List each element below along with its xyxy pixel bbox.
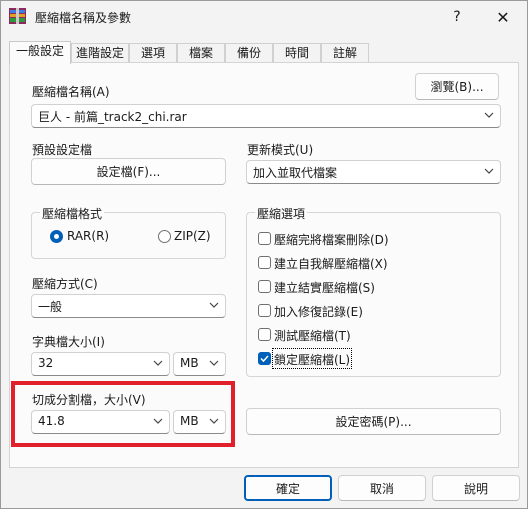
archive-name-value: 巨人 - 前篇_track2_chi.rar xyxy=(38,110,187,124)
update-mode-label: 更新模式(U) xyxy=(247,143,314,157)
dict-unit-combo[interactable]: MB xyxy=(173,352,226,376)
tab-files[interactable]: 檔案 xyxy=(177,43,225,63)
red-highlight-box xyxy=(11,381,235,447)
delete-after-label[interactable]: 壓縮完將檔案刪除(D) xyxy=(274,231,389,248)
winrar-app-icon xyxy=(9,8,26,24)
dict-size-label: 字典檔大小(I) xyxy=(32,335,105,349)
zip-radio[interactable] xyxy=(158,230,171,243)
update-mode-value: 加入並取代檔案 xyxy=(253,166,338,180)
dict-size-value: 32 xyxy=(38,356,54,370)
archive-name-combo[interactable]: 巨人 - 前篇_track2_chi.rar xyxy=(31,104,501,128)
tab-time[interactable]: 時間 xyxy=(273,43,321,63)
chevron-down-icon xyxy=(209,302,219,308)
dialog-window: 壓縮檔名稱及參數 ? ✕ 一般設定 進階設定 選項 檔案 備份 時間 註解 壓縮… xyxy=(0,0,528,509)
chevron-down-icon xyxy=(484,112,494,118)
chevron-down-icon xyxy=(209,360,219,366)
delete-after-checkbox[interactable] xyxy=(258,232,271,245)
help-button[interactable]: 說明 xyxy=(432,475,520,501)
archive-name-label: 壓縮檔名稱(A) xyxy=(32,85,110,99)
tab-options[interactable]: 選項 xyxy=(129,43,177,63)
recovery-checkbox[interactable] xyxy=(258,304,271,317)
tab-strip: 一般設定 進階設定 選項 檔案 備份 時間 註解 xyxy=(9,41,519,64)
browse-button[interactable]: 瀏覽(B)... xyxy=(415,73,499,100)
cancel-button[interactable]: 取消 xyxy=(338,475,426,501)
profile-button[interactable]: 設定檔(F)... xyxy=(31,158,226,185)
checkmark-icon xyxy=(260,355,269,363)
sfx-label[interactable]: 建立自我解壓縮檔(X) xyxy=(274,255,388,272)
tab-advanced[interactable]: 進階設定 xyxy=(71,43,129,63)
recovery-label[interactable]: 加入修復記錄(E) xyxy=(274,303,363,320)
set-password-button[interactable]: 設定密碼(P)... xyxy=(246,408,501,435)
solid-label[interactable]: 建立結實壓縮檔(S) xyxy=(274,279,375,296)
rar-label[interactable]: RAR(R) xyxy=(67,229,109,243)
close-icon[interactable]: ✕ xyxy=(483,5,523,29)
rar-radio[interactable] xyxy=(50,230,63,243)
sfx-checkbox[interactable] xyxy=(258,256,271,269)
window-title: 壓縮檔名稱及參數 xyxy=(35,11,132,25)
dict-size-combo[interactable]: 32 xyxy=(31,352,170,376)
chevron-down-icon xyxy=(153,360,163,366)
zip-label[interactable]: ZIP(Z) xyxy=(174,229,211,243)
tab-general[interactable]: 一般設定 xyxy=(9,41,71,64)
ok-button[interactable]: 確定 xyxy=(244,475,332,501)
solid-checkbox[interactable] xyxy=(258,280,271,293)
dict-unit-value: MB xyxy=(180,356,199,370)
method-label: 壓縮方式(C) xyxy=(32,277,98,291)
tab-comment[interactable]: 註解 xyxy=(321,43,369,63)
lock-label[interactable]: 鎖定壓縮檔(L) xyxy=(274,351,350,368)
lock-checkbox[interactable] xyxy=(258,352,271,365)
profile-label: 預設設定檔 xyxy=(32,143,93,157)
test-label[interactable]: 測試壓縮檔(T) xyxy=(274,327,351,344)
title-bar[interactable]: 壓縮檔名稱及參數 ? ✕ xyxy=(1,1,527,33)
chevron-down-icon xyxy=(484,168,494,174)
method-value: 一般 xyxy=(38,300,63,314)
method-combo[interactable]: 一般 xyxy=(31,294,226,318)
archive-format-title: 壓縮檔格式 xyxy=(40,205,105,222)
test-checkbox[interactable] xyxy=(258,328,271,341)
update-mode-combo[interactable]: 加入並取代檔案 xyxy=(246,160,501,184)
help-icon[interactable]: ? xyxy=(437,5,477,29)
tab-backup[interactable]: 備份 xyxy=(225,43,273,63)
archive-options-title: 壓縮選項 xyxy=(255,205,308,222)
